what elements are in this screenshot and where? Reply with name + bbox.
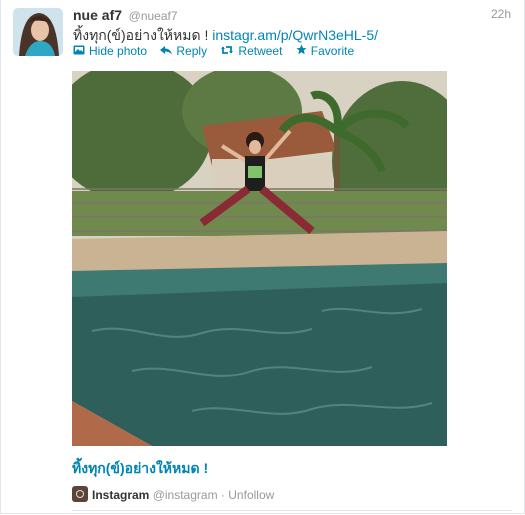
retweet-button[interactable]: Retweet bbox=[220, 44, 282, 58]
card-caption[interactable]: ทิ้งทุก(ข์)อย่างให้หมด ! bbox=[72, 458, 208, 480]
retweet-icon bbox=[220, 45, 234, 58]
source-handle[interactable]: @instagram bbox=[153, 488, 218, 502]
user-screen-name[interactable]: @nueaf7 bbox=[129, 9, 178, 23]
tweet-link[interactable]: instagr.am/p/QwrN3eHL-5/ bbox=[212, 27, 378, 43]
tweet-photo[interactable] bbox=[72, 71, 447, 446]
user-fullname[interactable]: nue af7 bbox=[73, 7, 122, 23]
card-attribution: Instagram @instagram · Unfollow bbox=[72, 486, 274, 502]
reply-label: Reply bbox=[176, 44, 208, 58]
tweet-header: nue af7 @nueaf7 22h bbox=[73, 7, 511, 25]
hide-photo-label: Hide photo bbox=[89, 44, 148, 58]
reply-button[interactable]: Reply bbox=[160, 44, 207, 58]
source-name[interactable]: Instagram bbox=[92, 488, 149, 502]
star-icon bbox=[296, 44, 307, 58]
unfollow-link[interactable]: Unfollow bbox=[228, 488, 274, 502]
instagram-icon[interactable] bbox=[72, 486, 88, 502]
avatar[interactable] bbox=[13, 8, 63, 56]
tweet-body: ทิ้งทุก(ข์)อย่างให้หมด ! bbox=[73, 27, 213, 43]
favorite-label: Favorite bbox=[310, 44, 355, 58]
reply-icon bbox=[160, 45, 173, 58]
separator: · bbox=[220, 488, 225, 502]
retweet-label: Retweet bbox=[238, 44, 283, 58]
divider bbox=[72, 510, 512, 511]
tweet-actions: Hide photo Reply Retweet Favorite bbox=[73, 44, 364, 58]
tweet-timestamp[interactable]: 22h bbox=[491, 7, 511, 21]
favorite-button[interactable]: Favorite bbox=[296, 44, 354, 58]
hide-photo-button[interactable]: Hide photo bbox=[73, 44, 147, 58]
photo-icon bbox=[73, 45, 85, 58]
